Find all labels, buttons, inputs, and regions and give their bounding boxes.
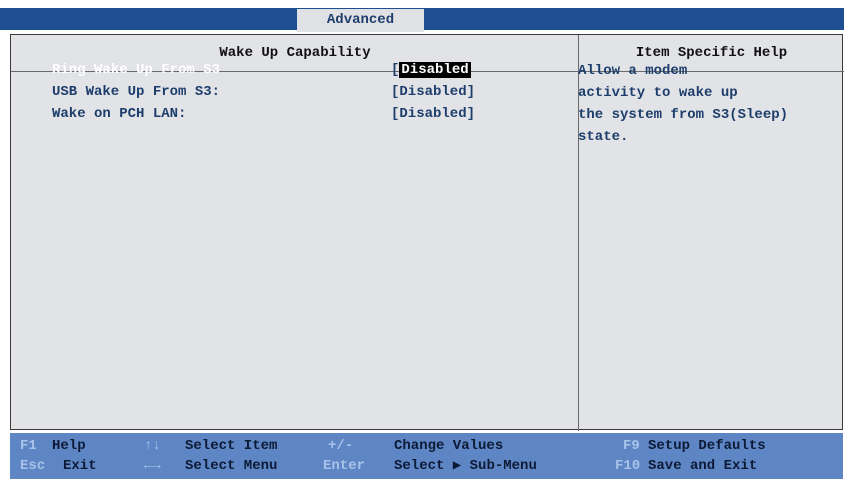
key-f10: F10 xyxy=(615,458,641,474)
tab-advanced[interactable]: Advanced xyxy=(297,9,424,32)
key-esc-desc: Exit xyxy=(63,458,97,474)
key-enter-desc: Select ▶ Sub-Menu xyxy=(394,458,537,474)
setting-value[interactable]: [Disabled] xyxy=(391,82,475,102)
selected-value[interactable]: Disabled xyxy=(399,62,471,78)
setting-label: USB Wake Up From S3: xyxy=(52,84,221,100)
key-plusminus: +/- xyxy=(328,438,354,454)
setting-label: Wake on PCH LAN: xyxy=(52,106,187,122)
key-f9: F9 xyxy=(623,438,640,454)
key-f1-desc: Help xyxy=(52,438,86,454)
setting-label: Ring Wake Up From S3 xyxy=(52,62,221,78)
item-help-text: Allow a modem activity to wake up the sy… xyxy=(578,60,833,148)
key-updown-desc: Select Item xyxy=(185,438,278,454)
setting-value[interactable]: [Disabled] xyxy=(391,104,475,124)
key-enter: Enter xyxy=(323,458,366,474)
key-f10-desc: Save and Exit xyxy=(648,458,758,474)
key-leftright: ←→ xyxy=(144,458,161,474)
help-line: the system from S3(Sleep) xyxy=(578,107,789,123)
bios-screen: Advanced Wake Up Capability Item Specifi… xyxy=(0,0,844,479)
help-line: Allow a modem xyxy=(578,63,688,79)
key-leftright-desc: Select Menu xyxy=(185,458,278,474)
key-f9-desc: Setup Defaults xyxy=(648,438,766,454)
key-legend-bar: F1 Help ↑↓ Select Item +/- Change Values… xyxy=(10,433,843,479)
key-plusminus-desc: Change Values xyxy=(394,438,504,454)
setting-value[interactable]: [Disabled xyxy=(391,60,471,80)
key-f1: F1 xyxy=(20,438,37,454)
key-updown: ↑↓ xyxy=(144,438,161,454)
help-line: activity to wake up xyxy=(578,85,738,101)
help-line: state. xyxy=(578,129,629,145)
key-esc: Esc xyxy=(20,458,46,474)
